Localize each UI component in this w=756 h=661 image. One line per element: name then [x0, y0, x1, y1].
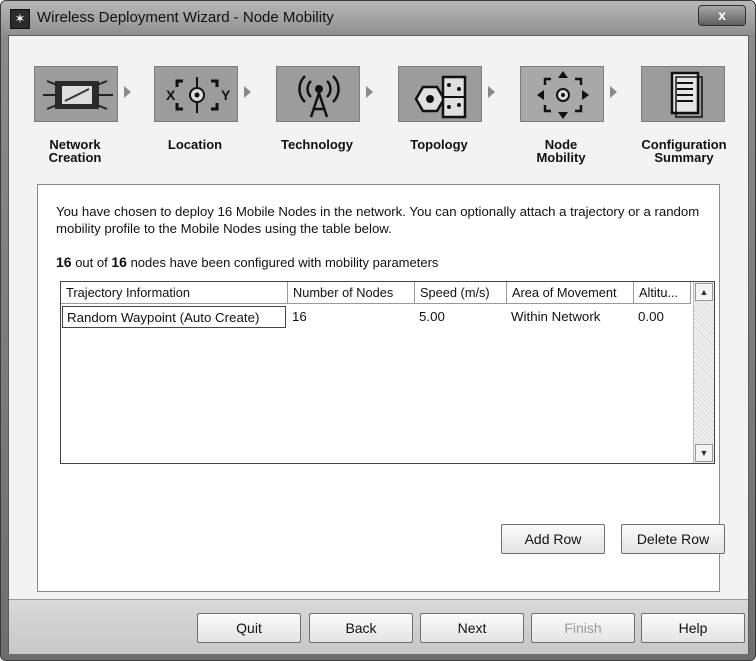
column-header-altitude[interactable]: Altitu... [634, 282, 691, 304]
step-configuration-summary: Configuration Summary [641, 64, 751, 164]
step-network-creation: Network Creation [34, 64, 144, 164]
wizard-content: Network Creation X Y Location Technology… [8, 35, 749, 654]
location-crosshair-icon: X Y [154, 66, 238, 122]
cell-speed[interactable]: 5.00 [415, 306, 507, 328]
configured-count-line: 16 out of 16 nodes have been configured … [56, 254, 438, 270]
column-header-trajectory[interactable]: Trajectory Information [61, 282, 288, 304]
column-header-number-of-nodes[interactable]: Number of Nodes [288, 282, 415, 304]
step-arrow-icon [488, 86, 495, 98]
column-header-speed[interactable]: Speed (m/s) [415, 282, 507, 304]
delete-row-button[interactable]: Delete Row [621, 524, 725, 554]
step-technology: Technology [276, 64, 386, 164]
step-arrow-icon [366, 86, 373, 98]
column-header-area-of-movement[interactable]: Area of Movement [507, 282, 634, 304]
network-creation-icon [34, 66, 118, 122]
step-label: Technology [281, 137, 353, 152]
document-icon [641, 66, 725, 122]
node-mobility-icon [520, 66, 604, 122]
out-of-label: out of [75, 255, 108, 270]
scroll-up-icon[interactable]: ▲ [695, 283, 713, 301]
antenna-icon [276, 66, 360, 122]
table-row[interactable]: Random Waypoint (Auto Create) 16 5.00 Wi… [61, 306, 691, 329]
next-button[interactable]: Next [420, 613, 524, 643]
table-header: Trajectory Information Number of Nodes S… [61, 282, 691, 304]
wizard-window: ✶ Wireless Deployment Wizard - Node Mobi… [0, 0, 756, 661]
mobility-panel: You have chosen to deploy 16 Mobile Node… [37, 184, 725, 592]
svg-text:Y: Y [221, 87, 231, 103]
intro-text: You have chosen to deploy 16 Mobile Node… [56, 204, 700, 236]
step-label: Topology [410, 137, 468, 152]
app-icon: ✶ [10, 9, 30, 29]
table-scrollbar[interactable]: ▲ ▼ [693, 282, 714, 463]
step-location: X Y Location [154, 64, 264, 164]
title-bar: ✶ Wireless Deployment Wizard - Node Mobi… [1, 1, 755, 35]
close-button[interactable]: x [698, 5, 746, 26]
mobility-table[interactable]: Trajectory Information Number of Nodes S… [60, 281, 715, 464]
wizard-footer: Quit Back Next Finish Help [9, 599, 748, 654]
step-label: Location [167, 137, 223, 152]
step-label: Network Creation [48, 137, 102, 165]
configured-count: 16 [56, 254, 72, 270]
step-label: Configuration Summary [641, 137, 727, 165]
quit-button[interactable]: Quit [197, 613, 301, 643]
step-arrow-icon [124, 86, 131, 98]
wizard-steps: Network Creation X Y Location Technology… [9, 36, 748, 172]
svg-text:X: X [166, 87, 176, 103]
cell-altitude[interactable]: 0.00 [634, 306, 691, 328]
finish-button[interactable]: Finish [531, 613, 635, 643]
step-topology: Topology [398, 64, 508, 164]
step-label: Node Mobility [536, 137, 586, 165]
help-button[interactable]: Help [641, 613, 745, 643]
cell-trajectory[interactable]: Random Waypoint (Auto Create) [62, 306, 286, 328]
topology-icon [398, 66, 482, 122]
window-title: Wireless Deployment Wizard - Node Mobili… [37, 9, 334, 26]
scroll-down-icon[interactable]: ▼ [695, 444, 713, 462]
add-row-button[interactable]: Add Row [501, 524, 605, 554]
step-arrow-icon [610, 86, 617, 98]
cell-area-of-movement[interactable]: Within Network [507, 306, 634, 328]
count-suffix: nodes have been configured with mobility… [130, 255, 439, 270]
step-node-mobility: Node Mobility [520, 64, 630, 164]
back-button[interactable]: Back [309, 613, 413, 643]
total-count: 16 [111, 254, 127, 270]
step-arrow-icon [244, 86, 251, 98]
cell-number-of-nodes[interactable]: 16 [288, 306, 415, 328]
